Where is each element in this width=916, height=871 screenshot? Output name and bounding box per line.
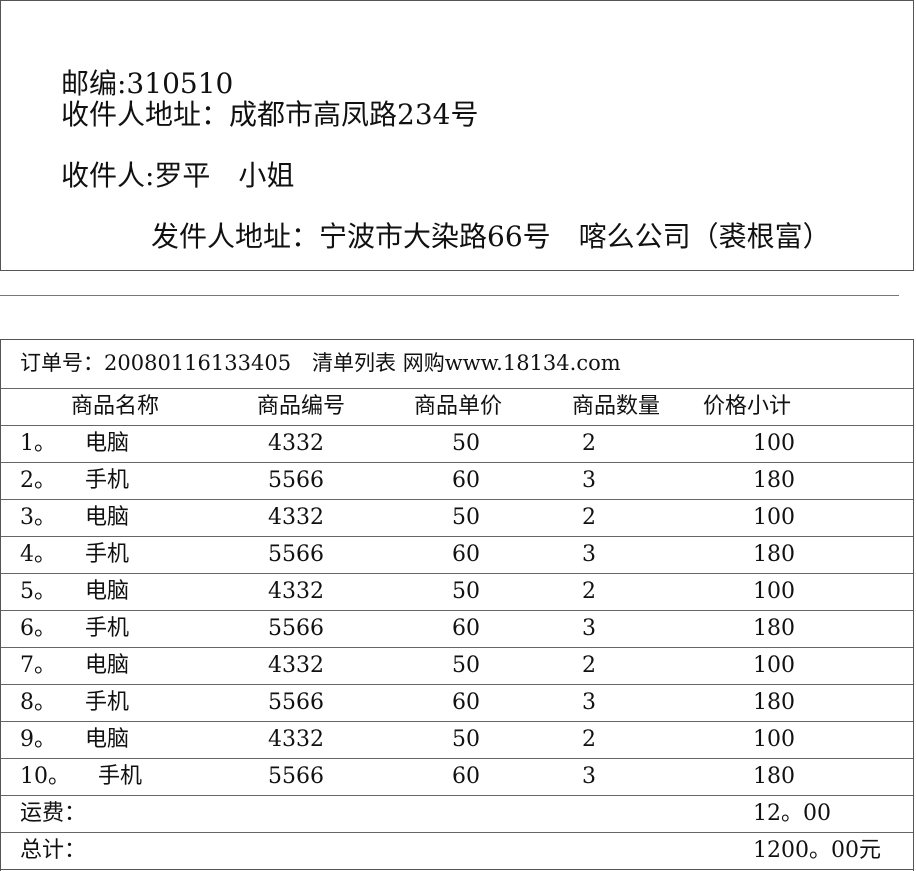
column-header-code: 商品编号 (257, 394, 346, 419)
shipping-value: 12。00 (753, 801, 831, 826)
postcode: 邮编:310510 (61, 67, 234, 100)
table-row: 9。 电脑 4332 50 2 100 (1, 722, 913, 759)
item-price: 60 (452, 690, 480, 715)
item-price: 50 (452, 653, 480, 678)
item-subtotal: 180 (753, 764, 795, 789)
item-subtotal: 180 (753, 690, 795, 715)
total-value: 1200。00元 (753, 838, 881, 863)
item-price: 50 (452, 431, 480, 456)
item-price: 50 (452, 727, 480, 752)
table-row: 7。 电脑 4332 50 2 100 (1, 648, 913, 685)
item-name: 手机 (98, 764, 143, 789)
item-name: 电脑 (85, 431, 130, 456)
item-index: 1。 (20, 431, 56, 456)
item-subtotal: 100 (753, 653, 795, 678)
item-code: 5566 (268, 468, 324, 493)
table-row: 5。 电脑 4332 50 2 100 (1, 574, 913, 611)
item-price: 60 (452, 616, 480, 641)
item-code: 4332 (268, 579, 324, 604)
item-code: 4332 (268, 727, 324, 752)
item-subtotal: 100 (753, 505, 795, 530)
item-subtotal: 180 (753, 616, 795, 641)
item-index: 2。 (20, 468, 56, 493)
item-index: 3。 (20, 505, 56, 530)
item-quantity: 3 (582, 542, 596, 567)
table-row: 1。 电脑 4332 50 2 100 (1, 426, 913, 463)
item-index: 8。 (20, 690, 56, 715)
item-quantity: 2 (582, 653, 596, 678)
item-code: 5566 (268, 764, 324, 789)
item-index: 7。 (20, 653, 56, 678)
recipient-address: 收件人地址：成都市高凤路234号 (61, 98, 479, 131)
item-subtotal: 100 (753, 431, 795, 456)
item-index: 5。 (20, 579, 56, 604)
order-header-row: 订单号：20080116133405 清单列表 网购www.18134.com (1, 340, 913, 389)
item-quantity: 2 (582, 505, 596, 530)
table-row: 8。 手机 5566 60 3 180 (1, 685, 913, 722)
table-row: 2。 手机 5566 60 3 180 (1, 463, 913, 500)
item-code: 4332 (268, 431, 324, 456)
item-subtotal: 100 (753, 727, 795, 752)
item-quantity: 3 (582, 616, 596, 641)
sender-address: 发件人地址：宁波市大染路66号 喀么公司（裘根富） (151, 220, 831, 253)
item-price: 60 (452, 764, 480, 789)
envelope-label: 邮编:310510 收件人地址：成都市高凤路234号 收件人:罗平 小姐 发件人… (0, 0, 914, 271)
total-row: 总计： 1200。00元 (1, 833, 913, 870)
item-quantity: 3 (582, 764, 596, 789)
column-header-subtotal: 价格小计 (703, 394, 792, 419)
shipping-label: 运费： (20, 801, 87, 826)
order-number: 订单号：20080116133405 清单列表 网购www.18134.com (20, 351, 621, 375)
column-header-price: 商品单价 (414, 394, 503, 419)
column-header-name: 商品名称 (71, 394, 160, 419)
item-name: 手机 (85, 468, 130, 493)
item-index: 10。 (20, 764, 70, 789)
item-name: 手机 (85, 542, 130, 567)
item-quantity: 2 (582, 727, 596, 752)
item-quantity: 3 (582, 690, 596, 715)
column-header-quantity: 商品数量 (572, 394, 661, 419)
table-row: 10。 手机 5566 60 3 180 (1, 759, 913, 796)
item-name: 电脑 (85, 579, 130, 604)
order-table: 订单号：20080116133405 清单列表 网购www.18134.com … (0, 339, 914, 871)
shipping-row: 运费： 12。00 (1, 796, 913, 833)
item-code: 4332 (268, 653, 324, 678)
item-name: 手机 (85, 690, 130, 715)
item-name: 电脑 (85, 727, 130, 752)
item-code: 5566 (268, 616, 324, 641)
item-name: 手机 (85, 616, 130, 641)
total-label: 总计： (20, 838, 87, 863)
item-quantity: 3 (582, 468, 596, 493)
item-price: 60 (452, 542, 480, 567)
item-price: 50 (452, 579, 480, 604)
item-subtotal: 100 (753, 579, 795, 604)
item-name: 电脑 (85, 653, 130, 678)
item-price: 50 (452, 505, 480, 530)
item-quantity: 2 (582, 579, 596, 604)
item-subtotal: 180 (753, 468, 795, 493)
item-code: 4332 (268, 505, 324, 530)
item-index: 9。 (20, 727, 56, 752)
item-index: 4。 (20, 542, 56, 567)
item-index: 6。 (20, 616, 56, 641)
item-quantity: 2 (582, 431, 596, 456)
separator-line (0, 295, 899, 296)
column-header-row: 商品名称 商品编号 商品单价 商品数量 价格小计 (1, 389, 913, 426)
item-code: 5566 (268, 690, 324, 715)
item-code: 5566 (268, 542, 324, 567)
recipient-name: 收件人:罗平 小姐 (61, 159, 295, 192)
table-row: 4。 手机 5566 60 3 180 (1, 537, 913, 574)
item-name: 电脑 (85, 505, 130, 530)
item-subtotal: 180 (753, 542, 795, 567)
table-row: 6。 手机 5566 60 3 180 (1, 611, 913, 648)
table-row: 3。 电脑 4332 50 2 100 (1, 500, 913, 537)
item-price: 60 (452, 468, 480, 493)
